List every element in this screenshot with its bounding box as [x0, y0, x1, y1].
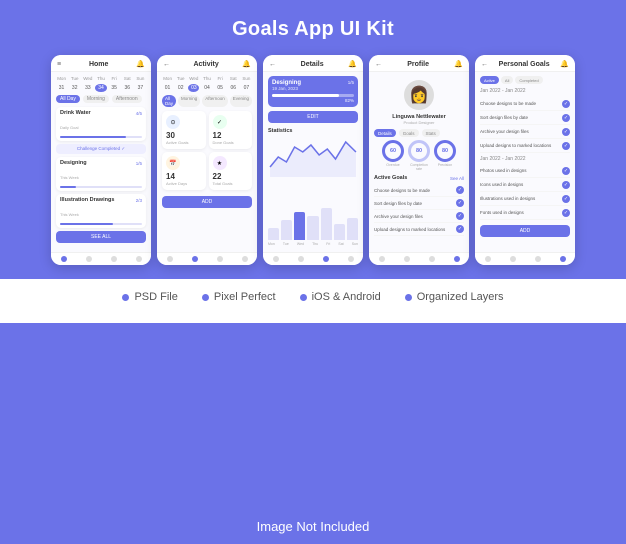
- feature-dot-ios: [300, 294, 307, 301]
- calendar-days: Mon Tue Wed Thu Fri Sat Sun: [56, 76, 146, 81]
- goal-drink-water: Drink Water 4/5 Daily Goal: [56, 107, 146, 141]
- feature-layers: Organized Layers: [405, 291, 504, 303]
- date-range-2: Jan 2022 - Jan 2022: [480, 156, 570, 162]
- phone-activity-header: ← Activity 🔔: [157, 55, 257, 72]
- phone-activity-nav: [157, 252, 257, 265]
- home-filter-tabs: All Day Morning Afternoon: [56, 95, 146, 103]
- personal-add-button[interactable]: ADD: [480, 225, 570, 237]
- circle-stats: 60 Overdue 80 Completionrate 80 Precisio…: [374, 140, 464, 171]
- phone-personal-header: ← Personal Goals 🔔: [475, 55, 575, 72]
- activity-time-filter: All Day Morning Afternoon Evening: [162, 95, 252, 107]
- phone-home-body: Mon Tue Wed Thu Fri Sat Sun 31 32 33 34 …: [51, 72, 151, 252]
- profile-goal-4: Upload designs to marked locations ✓: [374, 223, 464, 236]
- feature-dot-psd: [122, 294, 129, 301]
- feature-pixel: Pixel Perfect: [202, 291, 276, 303]
- goal-illustration: Illustration Drawings 2/3 This Week: [56, 194, 146, 228]
- activity-card-days: 📅 14 Active Days: [162, 152, 206, 190]
- phone-home-nav: [51, 252, 151, 265]
- active-goals-label: Active Goals: [374, 175, 407, 181]
- feature-label-psd: PSD File: [134, 291, 177, 303]
- phone-personal-body: Active All Completed Jan 2022 - Jan 2022…: [475, 72, 575, 252]
- stats-label: Statistics: [268, 128, 358, 134]
- feature-label-layers: Organized Layers: [417, 291, 504, 303]
- calendar-dates: 31 32 33 34 35 36 37: [56, 84, 146, 92]
- goal-designing: Designing 1/5 This Week: [56, 157, 146, 191]
- phone-details: ← Details 🔔 Designing 1/5 19 Jan, 2023 8…: [263, 55, 363, 265]
- page-title: Goals App UI Kit: [232, 18, 394, 41]
- phone-profile-header: ← Profile 🔔: [369, 55, 469, 72]
- top-section: Goals App UI Kit ≡ Home 🔔 Mon Tue Wed Th…: [0, 0, 626, 279]
- personal-tabs: Active All Completed: [480, 76, 570, 84]
- edit-button[interactable]: EDIT: [268, 111, 358, 123]
- profile-avatar: 👩: [404, 80, 434, 110]
- pg-item-1: Choose designs to be made ✓: [480, 97, 570, 111]
- phone-activity: ← Activity 🔔 Mon Tue Wed Thu Fri Sat Sun…: [157, 55, 257, 265]
- profile-goal-2: Sort design files by date ✓: [374, 197, 464, 210]
- profile-goal-1: Choose designs to be made ✓: [374, 184, 464, 197]
- phone-details-header: ← Details 🔔: [263, 55, 363, 72]
- phone-personal-nav: [475, 252, 575, 265]
- bottom-section: PSD File Pixel Perfect iOS & Android Org…: [0, 279, 626, 323]
- activity-card-active: ⊙ 30 Active Goals: [162, 111, 206, 149]
- profile-role: Product Designer: [374, 120, 464, 125]
- pg-item-4: Upload designs to marked locations ✓: [480, 139, 570, 153]
- see-all-button[interactable]: SEE ALL: [56, 231, 146, 243]
- features-row: PSD File Pixel Perfect iOS & Android Org…: [122, 291, 503, 303]
- phone-home-title: Home: [89, 61, 108, 68]
- feature-dot-pixel: [202, 294, 209, 301]
- phone-personal-title: Personal Goals: [499, 61, 550, 68]
- activity-cal-days: Mon Tue Wed Thu Fri Sat Sun: [162, 76, 252, 81]
- footer-text: Image Not Included: [257, 519, 370, 534]
- phone-profile-title: Profile: [407, 61, 429, 68]
- feature-psd: PSD File: [122, 291, 177, 303]
- phone-home: ≡ Home 🔔 Mon Tue Wed Thu Fri Sat Sun 31 …: [51, 55, 151, 265]
- pg-item-3: Archive your design files ✓: [480, 125, 570, 139]
- chart-area: [268, 137, 358, 197]
- activity-card-done: ✓ 12 Done Goals: [209, 111, 253, 149]
- activity-icon-days: 📅: [166, 156, 180, 170]
- bar-chart: [268, 200, 358, 240]
- profile-goal-3: Archive your design files ✓: [374, 210, 464, 223]
- feature-dot-layers: [405, 294, 412, 301]
- phone-details-nav: [263, 252, 363, 265]
- phones-row: ≡ Home 🔔 Mon Tue Wed Thu Fri Sat Sun 31 …: [51, 55, 575, 265]
- phone-personal-goals: ← Personal Goals 🔔 Active All Completed …: [475, 55, 575, 265]
- activity-icon-total: ★: [213, 156, 227, 170]
- profile-tabs: Details Goals Stats: [374, 129, 464, 137]
- detail-card: Designing 1/5 19 Jan, 2023 82%: [268, 76, 358, 107]
- pg-item-7: Illustrations used in designs ✓: [480, 192, 570, 206]
- feature-ios: iOS & Android: [300, 291, 381, 303]
- pg-item-6: Icons used in designs ✓: [480, 178, 570, 192]
- pg-item-2: Sort design files by date ✓: [480, 111, 570, 125]
- activity-card-total: ★ 22 Total Goals: [209, 152, 253, 190]
- phone-profile-nav: [369, 252, 469, 265]
- phone-details-title: Details: [301, 61, 324, 68]
- feature-label-ios: iOS & Android: [312, 291, 381, 303]
- activity-grid: ⊙ 30 Active Goals ✓ 12 Done Goals: [162, 111, 252, 190]
- footer-banner: Image Not Included: [0, 509, 626, 544]
- activity-add-button[interactable]: ADD: [162, 196, 252, 208]
- activity-cal-dates: 01 02 03 04 05 06 07: [162, 84, 252, 92]
- challenge-badge: Challenge Completed ✓: [56, 144, 146, 154]
- pg-item-5: Photos used in designs ✓: [480, 164, 570, 178]
- activity-icon-done: ✓: [213, 115, 227, 129]
- phone-home-header: ≡ Home 🔔: [51, 55, 151, 72]
- phone-details-body: Designing 1/5 19 Jan, 2023 82% EDIT Stat…: [263, 72, 363, 252]
- line-chart: [268, 137, 358, 177]
- phone-activity-title: Activity: [193, 61, 218, 68]
- phone-profile-body: 👩 Linguwa Nettlewater Product Designer D…: [369, 72, 469, 252]
- feature-label-pixel: Pixel Perfect: [214, 291, 276, 303]
- phone-activity-body: Mon Tue Wed Thu Fri Sat Sun 01 02 03 04 …: [157, 72, 257, 252]
- date-range: Jan 2022 - Jan 2022: [480, 88, 570, 94]
- activity-icon-active: ⊙: [166, 115, 180, 129]
- phone-profile: ← Profile 🔔 👩 Linguwa Nettlewater Produc…: [369, 55, 469, 265]
- pg-item-8: Fonts used in designs ✓: [480, 206, 570, 220]
